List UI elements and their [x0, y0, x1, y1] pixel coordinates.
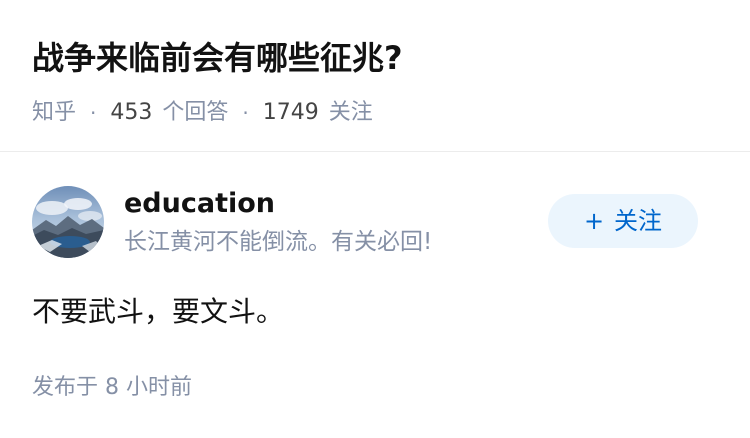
source-label[interactable]: 知乎	[32, 98, 76, 128]
answer-content: 不要武斗，要文斗。	[32, 295, 285, 328]
meta-separator: ·	[242, 101, 249, 125]
follower-count-label: 关注	[328, 100, 373, 125]
question-title[interactable]: 战争来临前会有哪些征兆?	[32, 36, 722, 80]
publish-prefix: 发布于	[32, 375, 99, 400]
plus-icon: +	[583, 207, 605, 235]
question-header: 战争来临前会有哪些征兆? 知乎 · 453 个回答 · 1749 关注	[32, 36, 722, 128]
author-name[interactable]: education	[124, 186, 432, 222]
landscape-avatar-icon	[32, 186, 104, 258]
publish-time: 发布于 8 小时前	[32, 373, 192, 403]
section-divider	[0, 151, 750, 152]
follower-count: 1749	[262, 100, 319, 125]
publish-time-value: 8	[105, 375, 120, 400]
author-bio: 长江黄河不能倒流。有关必回!	[124, 229, 433, 255]
answer-count: 453	[110, 100, 153, 125]
follow-button[interactable]: + 关注	[548, 194, 698, 248]
author-info: education 长江黄河不能倒流。有关必回!	[124, 186, 432, 258]
question-meta: 知乎 · 453 个回答 · 1749 关注	[32, 98, 722, 128]
follow-button-label: 关注	[614, 207, 663, 235]
author-row: education 长江黄河不能倒流。有关必回! + 关注	[32, 186, 718, 258]
answer-count-label: 个回答	[162, 100, 229, 125]
avatar[interactable]	[32, 186, 104, 258]
meta-separator: ·	[90, 101, 97, 125]
publish-time-unit: 小时前	[126, 375, 193, 400]
